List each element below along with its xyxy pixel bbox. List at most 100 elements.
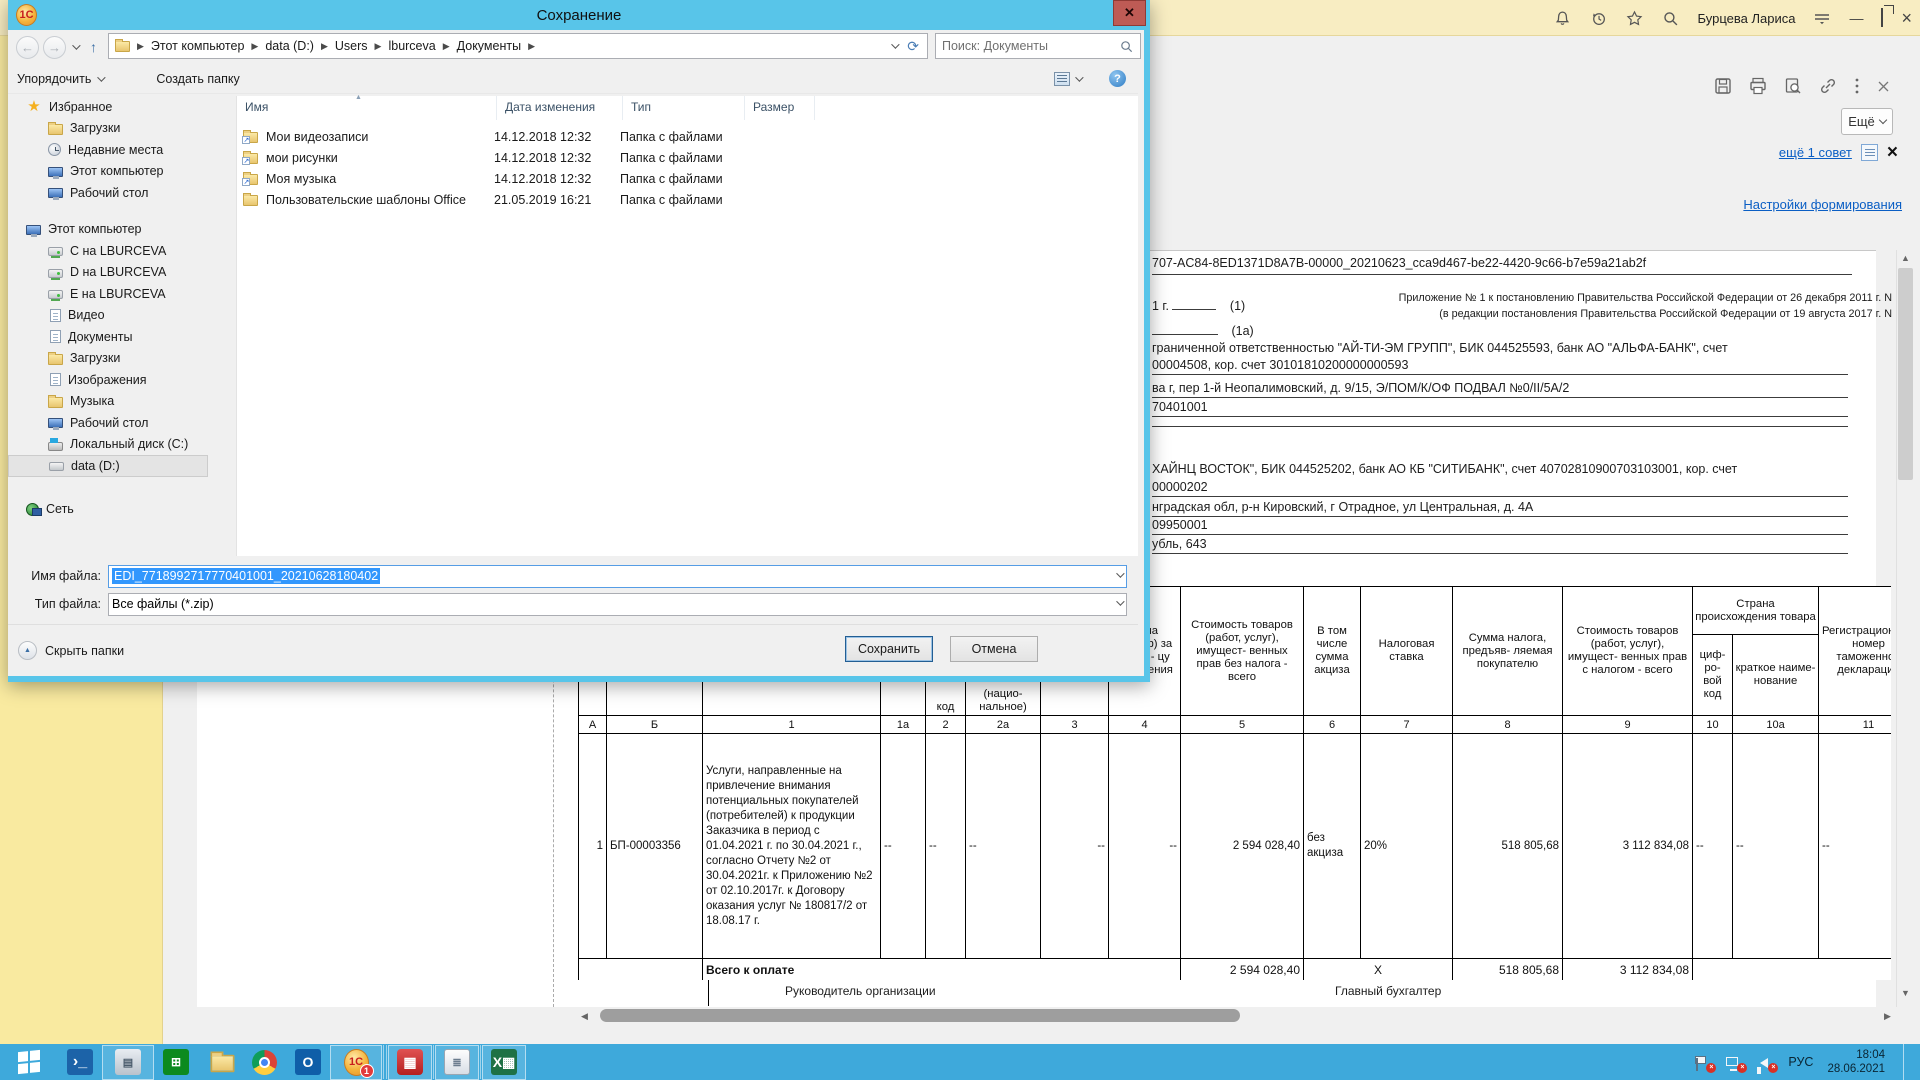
file-row-videos[interactable]: Мои видеозаписи 14.12.2018 12:32 Папка с… [243,126,1133,147]
breadcrumb-separator-icon: ▶ [318,41,331,52]
filename-combo[interactable]: EDI_7718992717770401001_20210628180402 [108,565,1127,588]
more-button[interactable]: Ещё [1841,108,1893,135]
scroll-right-icon[interactable]: ▶ [1884,1011,1891,1022]
nav-item-documents[interactable]: Документы [8,326,236,348]
taskbar-store[interactable]: ⊞ [154,1044,198,1080]
search-input[interactable] [936,39,1119,53]
nav-history-chevron-icon[interactable] [72,41,80,49]
save-report-icon[interactable] [1713,76,1733,96]
restore-button[interactable] [1881,9,1883,27]
new-folder-button[interactable]: Создать папку [147,68,248,90]
nav-item-e-lburceva[interactable]: E на LBURCEVA [8,283,236,305]
help-button[interactable]: ? [1109,70,1126,87]
advice-doc-icon[interactable] [1861,144,1878,161]
nav-item-data-d-selected[interactable]: data (D:) [8,455,208,477]
nav-item-this-pc-fav[interactable]: Этот компьютер [8,161,236,183]
current-user-name[interactable]: Бурцева Лариса [1698,11,1796,26]
column-header-date[interactable]: Дата изменения [497,96,623,120]
currency-line: убль, 643 [1152,537,1848,554]
link-icon[interactable] [1818,76,1838,96]
column-header-size[interactable]: Размер [745,96,815,120]
breadcrumb-documents[interactable]: Документы [453,39,525,53]
nav-item-desktop[interactable]: Рабочий стол [8,412,236,434]
dialog-titlebar[interactable]: 1С Сохранение ✕ [8,0,1150,30]
print-icon[interactable] [1748,76,1768,96]
filename-value[interactable]: EDI_7718992717770401001_20210628180402 [112,568,380,584]
breadcrumb-users[interactable]: Users [331,39,372,53]
scroll-left-icon[interactable]: ◀ [581,1011,588,1022]
breadcrumb-this-pc[interactable]: Этот компьютер [147,39,248,53]
minimize-button[interactable]: — [1849,11,1863,25]
change-view-button[interactable] [1054,72,1081,86]
taskbar-outlook[interactable]: O [286,1044,330,1080]
action-center-icon[interactable]: × [1695,1055,1712,1070]
dialog-close-button[interactable]: ✕ [1113,0,1146,26]
scroll-up-icon[interactable]: ▲ [1901,253,1910,263]
close-report-icon[interactable] [1876,76,1892,96]
advice-link[interactable]: ещё 1 совет [1779,145,1852,160]
taskbar-toolbox[interactable]: ▦ [388,1045,432,1080]
combo-dropdown-icon[interactable] [1116,569,1124,577]
taskbar-notepad[interactable]: ≣ [435,1045,479,1080]
generation-settings-link[interactable]: Настройки формирования [1743,197,1902,212]
nav-item-recent-places[interactable]: Недавние места [8,139,236,161]
taskbar-excel[interactable]: X▦ [482,1045,526,1080]
nav-item-downloads[interactable]: Загрузки [8,348,236,370]
advice-close-icon[interactable]: × [1887,143,1898,162]
filetype-combo[interactable]: Все файлы (*.zip) [108,593,1127,616]
save-button[interactable]: Сохранить [845,636,933,662]
kebab-menu-icon[interactable] [1853,76,1861,96]
search-magnifier-icon[interactable] [1119,39,1134,54]
nav-item-downloads-fav[interactable]: Загрузки [8,118,236,140]
clock[interactable]: 18:04 28.06.2021 [1827,1048,1885,1076]
search-icon[interactable] [1662,9,1680,27]
taskbar-1c[interactable]: 1С1 [330,1045,382,1080]
vertical-scrollbar-thumb[interactable] [1898,268,1913,480]
main-menu-icon[interactable] [1813,9,1831,27]
language-indicator[interactable]: РУС [1788,1055,1813,1069]
notifications-bell-icon[interactable] [1554,9,1572,27]
forward-button[interactable]: → [43,36,66,59]
breadcrumb-data-d[interactable]: data (D:) [261,39,318,53]
nav-item-d-lburceva[interactable]: D на LBURCEVA [8,262,236,284]
address-bar[interactable]: ▶ Этот компьютер ▶ data (D:) ▶ Users ▶ l… [108,33,928,59]
preview-icon[interactable] [1783,76,1803,96]
taskbar-chrome[interactable] [242,1044,286,1080]
file-row-office-templates[interactable]: Пользовательские шаблоны Office 21.05.20… [243,189,1133,210]
favorites-star-icon[interactable] [1626,9,1644,27]
nav-item-c-lburceva[interactable]: C на LBURCEVA [8,240,236,262]
breadcrumb-user[interactable]: lburceva [384,39,439,53]
volume-icon[interactable]: × [1757,1055,1774,1070]
scroll-down-icon[interactable]: ▼ [1901,988,1910,998]
nav-item-music[interactable]: Музыка [8,391,236,413]
nav-item-video[interactable]: Видео [8,305,236,327]
organize-button[interactable]: Упорядочить [8,68,112,90]
nav-item-desktop-fav[interactable]: Рабочий стол [8,182,236,204]
nav-item-local-disk-c[interactable]: Локальный диск (C:) [8,434,236,456]
show-desktop-button[interactable] [1903,1044,1910,1080]
nav-group-network[interactable]: Сеть [8,499,236,521]
horizontal-scrollbar-thumb[interactable] [600,1009,1240,1022]
file-row-pictures[interactable]: мои рисунки 14.12.2018 12:32 Папка с фай… [243,147,1133,168]
taskbar-powershell[interactable]: ›_ [58,1044,102,1080]
start-button[interactable] [0,1044,58,1080]
column-header-type[interactable]: Тип [623,96,745,120]
up-button[interactable]: ↑ [90,39,97,55]
taskbar-server-manager[interactable]: ▤ [102,1045,154,1080]
file-row-music[interactable]: Моя музыка 14.12.2018 12:32 Папка с файл… [243,168,1133,189]
combo-dropdown-icon[interactable] [1116,597,1124,605]
hide-folders-button[interactable]: ▲ Скрыть папки [18,641,124,660]
taskbar-explorer[interactable] [198,1044,242,1080]
cancel-button[interactable]: Отмена [950,636,1038,662]
address-dropdown-icon[interactable] [891,40,899,48]
refresh-icon[interactable]: ⟳ [907,38,919,55]
nav-group-favorites[interactable]: ★Избранное [8,96,236,118]
search-box[interactable] [935,33,1141,59]
nav-group-this-pc[interactable]: Этот компьютер [8,219,236,241]
back-button[interactable]: ← [16,36,39,59]
nav-item-pictures[interactable]: Изображения [8,369,236,391]
history-icon[interactable] [1590,9,1608,27]
app-close-button[interactable]: × [1901,9,1912,27]
network-status-icon[interactable]: × [1726,1055,1743,1070]
column-header-name[interactable]: Имя▲ [237,96,497,120]
